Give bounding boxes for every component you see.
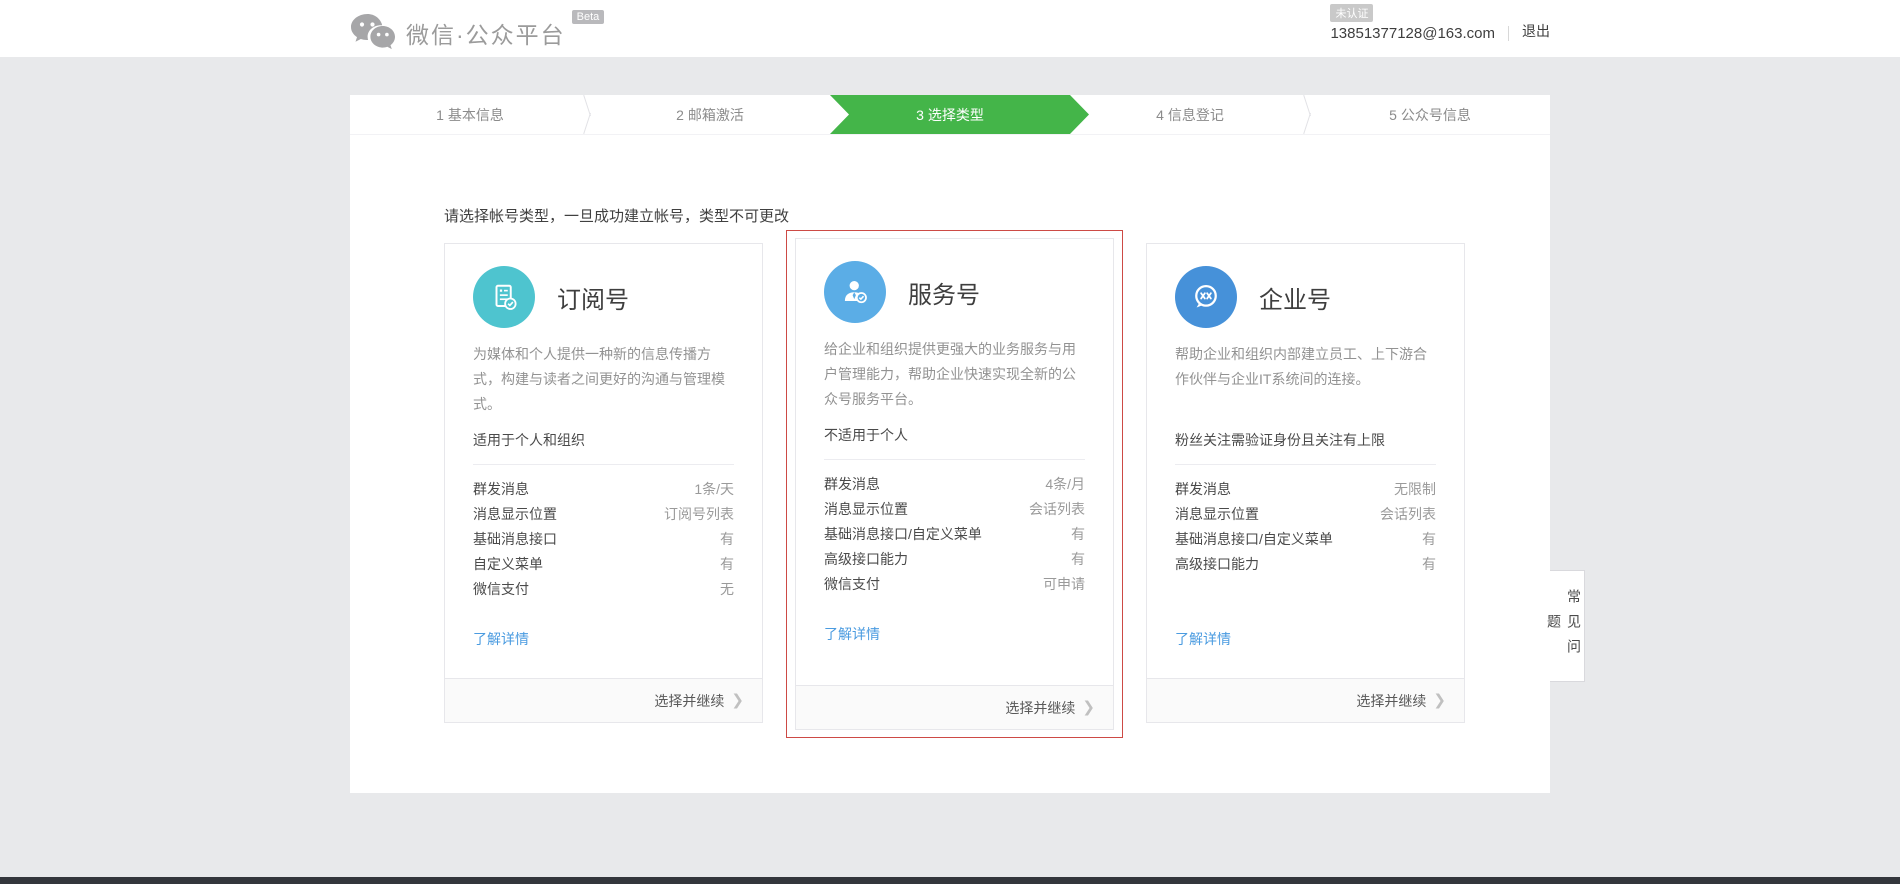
logo-text: 微信·公众平台 (406, 21, 566, 48)
select-and-continue-button[interactable]: 选择并继续 ❯ (796, 685, 1113, 729)
details-link[interactable]: 了解详情 (473, 629, 529, 649)
auth-status-badge: 未认证 (1330, 4, 1374, 22)
card-description: 帮助企业和组织内部建立员工、上下游合作伙伴与企业IT系统间的连接。 (1175, 346, 1427, 387)
beta-badge: Beta (571, 9, 605, 24)
enterprise-account-card: 企业号 帮助企业和组织内部建立员工、上下游合作伙伴与企业IT系统间的连接。 粉丝… (1146, 243, 1465, 723)
feature-row: 消息显示位置 订阅号列表 (473, 506, 734, 522)
header: 微信·公众平台 Beta 未认证 13851377128@163.com 退出 (0, 0, 1900, 57)
card-audience-note: 不适用于个人 (824, 427, 908, 443)
chevron-right-icon: ❯ (1082, 699, 1095, 716)
feature-row: 高级接口能力 有 (1175, 556, 1436, 572)
person-check-icon (824, 261, 886, 323)
feature-list: 群发消息 1条/天 消息显示位置 订阅号列表 基础消息接口 有 自定义菜单 有 … (473, 477, 734, 607)
card-description: 给企业和组织提供更强大的业务服务与用户管理能力，帮助企业快速实现全新的公众号服务… (824, 341, 1076, 407)
step-2-email-activation: 2 邮箱激活 (590, 95, 830, 134)
select-and-continue-button[interactable]: 选择并继续 ❯ (1147, 678, 1464, 722)
feature-row: 基础消息接口/自定义菜单 有 (824, 526, 1085, 542)
feature-list: 群发消息 4条/月 消息显示位置 会话列表 基础消息接口/自定义菜单 有 高级接… (824, 472, 1085, 602)
chat-link-icon (1175, 266, 1237, 328)
account-divider (1508, 26, 1509, 41)
feature-row: 消息显示位置 会话列表 (1175, 506, 1436, 522)
card-divider (473, 464, 734, 465)
step-5-account-info: 5 公众号信息 (1310, 95, 1550, 134)
card-description: 为媒体和个人提供一种新的信息传播方式，构建与读者之间更好的沟通与管理模式。 (473, 346, 725, 412)
select-and-continue-button[interactable]: 选择并继续 ❯ (445, 678, 762, 722)
feature-row: 消息显示位置 会话列表 (824, 501, 1085, 517)
card-audience-note: 粉丝关注需验证身份且关注有上限 (1175, 432, 1385, 448)
card-divider (1175, 464, 1436, 465)
details-link[interactable]: 了解详情 (824, 624, 880, 644)
feature-row: 高级接口能力 有 (824, 551, 1085, 567)
bottom-bar (0, 877, 1900, 884)
feature-row: 微信支付 可申请 (824, 576, 1085, 592)
subscription-account-card: 订阅号 为媒体和个人提供一种新的信息传播方式，构建与读者之间更好的沟通与管理模式… (444, 243, 763, 723)
step-4-info-registration: 4 信息登记 (1156, 106, 1224, 123)
account-area: 未认证 13851377128@163.com 退出 (1330, 4, 1550, 53)
faq-side-tab[interactable]: 常见问题 (1546, 570, 1585, 682)
feature-row: 基础消息接口/自定义菜单 有 (1175, 531, 1436, 547)
wizard-stepbar: 1 基本信息 2 邮箱激活 3 选择类型 4 信息登记 5 公众号信息 (350, 95, 1550, 135)
wechat-logo-icon (350, 11, 396, 56)
feature-row: 基础消息接口 有 (473, 531, 734, 547)
card-divider (824, 459, 1085, 460)
feature-row: 群发消息 1条/天 (473, 481, 734, 497)
feature-list: 群发消息 无限制 消息显示位置 会话列表 基础消息接口/自定义菜单 有 高级接口… (1175, 477, 1436, 607)
main-panel: 1 基本信息 2 邮箱激活 3 选择类型 4 信息登记 5 公众号信息 请选择帐… (350, 95, 1585, 793)
highlight-outline: 服务号 给企业和组织提供更强大的业务服务与用户管理能力，帮助企业快速实现全新的公… (786, 230, 1123, 738)
account-email: 13851377128@163.com (1330, 25, 1495, 42)
feature-row: 微信支付 无 (473, 581, 734, 597)
chevron-right-icon: ❯ (1433, 692, 1446, 709)
service-account-card: 服务号 给企业和组织提供更强大的业务服务与用户管理能力，帮助企业快速实现全新的公… (795, 238, 1114, 730)
step-1-basic-info: 1 基本信息 (436, 106, 504, 123)
feature-row: 群发消息 无限制 (1175, 481, 1436, 497)
logout-link[interactable]: 退出 (1522, 21, 1550, 41)
card-title: 服务号 (908, 281, 980, 309)
chevron-right-icon: ❯ (731, 692, 744, 709)
feature-row: 群发消息 4条/月 (824, 476, 1085, 492)
logo: 微信·公众平台 Beta (350, 2, 605, 56)
step-3-choose-type: 3 选择类型 (830, 95, 1089, 134)
account-type-cards: 订阅号 为媒体和个人提供一种新的信息传播方式，构建与读者之间更好的沟通与管理模式… (444, 230, 1465, 738)
card-audience-note: 适用于个人和组织 (473, 432, 585, 448)
card-title: 企业号 (1259, 286, 1331, 314)
feature-row: 自定义菜单 有 (473, 556, 734, 572)
card-title: 订阅号 (557, 286, 629, 314)
details-link[interactable]: 了解详情 (1175, 629, 1231, 649)
type-selection-notice: 请选择帐号类型，一旦成功建立帐号，类型不可更改 (444, 208, 790, 225)
document-check-icon (473, 266, 535, 328)
